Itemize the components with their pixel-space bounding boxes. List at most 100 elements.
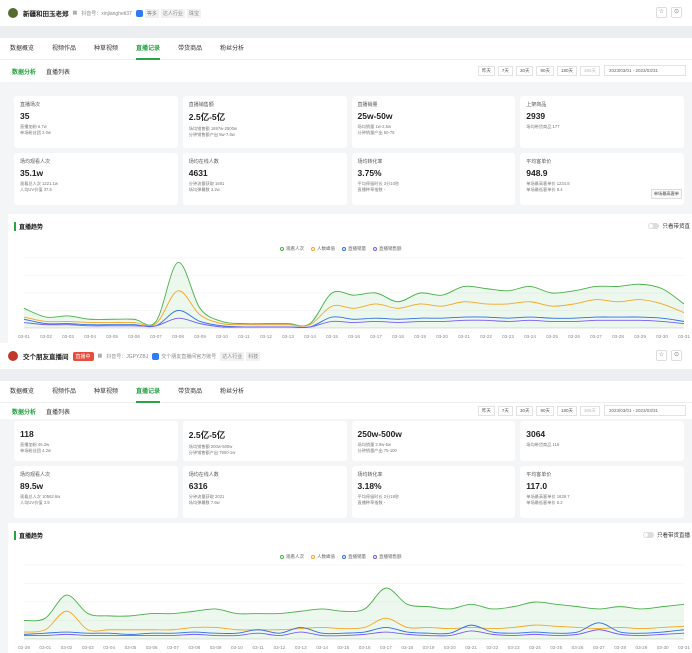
tab-overview[interactable]: 数据概览	[10, 38, 34, 60]
toggle-switch[interactable]	[648, 223, 660, 229]
subtab-analysis[interactable]: 数据分析	[12, 67, 36, 76]
settings-icon[interactable]: ⊙	[671, 350, 682, 361]
legend-marker	[311, 247, 315, 251]
range-30d[interactable]: 30天	[515, 66, 534, 76]
legend-item[interactable]: 直播销售额	[373, 554, 402, 560]
only-sales-toggle[interactable]: 只看带货直	[648, 222, 690, 230]
tab-overview[interactable]: 数据概览	[10, 381, 34, 403]
tab-live-records[interactable]: 直播记录	[136, 381, 161, 403]
qr-icon[interactable]: ▦	[73, 10, 78, 16]
date-range-picker[interactable]: 2023/03/01 - 2023/03/31	[604, 405, 686, 416]
tab-live-records[interactable]: 直播记录	[136, 38, 161, 60]
range-7d[interactable]: 7天	[497, 66, 513, 76]
tab-fans[interactable]: 粉丝分析	[220, 38, 244, 60]
metric-title: 场均转化率	[357, 472, 383, 478]
douyin-id: 抖音号：JGPYZBJ	[106, 353, 149, 360]
range-90d[interactable]: 90天	[536, 66, 554, 76]
card-button[interactable]: 单场最高客单	[650, 189, 682, 199]
x-tick-label: 03-30	[657, 645, 669, 650]
metric-sub: 单场粉丝团 2.0w	[20, 130, 51, 135]
metric-card: 场均在线人数 6316 分钟流量获取 2021 场均弹幕数 7.6w	[182, 466, 347, 518]
verified-text: 交个朋友直播间官方账号	[161, 353, 217, 360]
metric-card: 场均转化率 3.75% 平均停留时长 3分10秒 直播种草指数 -	[351, 153, 516, 205]
verified-icon	[152, 352, 160, 360]
x-tick-label: 03-11	[252, 645, 264, 650]
x-tick-label: 03-12	[260, 334, 272, 339]
range-180d[interactable]: 180天	[556, 406, 577, 416]
tab-seeding-videos[interactable]: 种草视频	[94, 381, 118, 403]
metric-sub: 分钟销量产出 75-100	[357, 448, 397, 453]
range-365d[interactable]: 365天	[579, 406, 600, 416]
x-tick-label: 03-12	[274, 645, 286, 650]
account-header: 新疆和田玉老郑 ▦ 抖音号：xinjiangheti37 等多 达人行业 珠宝 …	[0, 0, 692, 26]
metric-card: 平均客单价 948.9 单场最高客单价 1234.8 单场最低客单价 8.4 单场最高客…	[520, 153, 684, 205]
x-tick-label: 03-09	[210, 645, 222, 650]
qr-icon[interactable]: ▦	[98, 353, 103, 359]
legend-label: 直播销量	[348, 554, 366, 559]
tab-seeding-videos[interactable]: 种草视频	[94, 38, 118, 60]
legend-item[interactable]: 人数峰值	[311, 554, 335, 560]
avatar[interactable]	[8, 351, 18, 361]
legend-item[interactable]: 人数峰值	[311, 246, 335, 252]
legend-item[interactable]: 直播销量	[342, 554, 366, 560]
range-365d[interactable]: 365天	[579, 66, 600, 76]
tag: 等多	[144, 8, 159, 18]
metric-title: 直播销售额	[188, 102, 214, 108]
trend-chart: 03-01 03-02 03-03 03-04 03-05 03-06 03-07 03-08…	[18, 257, 690, 339]
tab-products[interactable]: 带货商品	[178, 381, 202, 403]
legend-item[interactable]: 观看人次	[280, 554, 304, 560]
x-tick-label: 03-10	[231, 645, 243, 650]
legend-item[interactable]: 直播销售额	[373, 246, 402, 252]
legend-item[interactable]: 观看人次	[280, 246, 304, 252]
tab-fans[interactable]: 粉丝分析	[220, 381, 244, 403]
x-tick-label: 03-28	[614, 645, 626, 650]
toggle-switch[interactable]	[642, 532, 654, 538]
metric-title: 场均在线人数	[188, 472, 219, 478]
range-90d[interactable]: 90天	[536, 406, 554, 416]
subtab-live-list[interactable]: 直播列表	[46, 407, 70, 416]
tab-products[interactable]: 带货商品	[178, 38, 202, 60]
subtab-live-list[interactable]: 直播列表	[46, 67, 70, 76]
date-range-picker[interactable]: 2023/03/01 - 2023/03/31	[604, 65, 686, 76]
account-name[interactable]: 交个朋友直播间	[23, 351, 69, 361]
range-7d[interactable]: 7天	[497, 406, 513, 416]
range-180d[interactable]: 180天	[556, 66, 577, 76]
legend-item[interactable]: 直播销量	[342, 246, 366, 252]
metric-sub: 分钟销量产出 50-75	[357, 130, 395, 135]
x-tick-label: 03-18	[401, 645, 413, 650]
star-icon[interactable]: ☆	[656, 350, 667, 361]
legend-label: 直播销售额	[379, 246, 402, 251]
range-yesterday[interactable]: 昨天	[477, 66, 495, 76]
metric-value: 118	[20, 429, 34, 439]
x-tick-label: 03-07	[150, 334, 162, 339]
subtab-analysis[interactable]: 数据分析	[12, 407, 36, 416]
metric-card: 直播销售额 2.5亿-5亿 场均销售额 1697w-2500w 分钟销售额产出 5w-…	[182, 96, 347, 148]
x-tick-label: 03-10	[216, 334, 228, 339]
metric-title: 场均观看人次	[20, 472, 51, 478]
legend-label: 直播销售额	[379, 554, 402, 559]
range-yesterday[interactable]: 昨天	[477, 406, 495, 416]
star-icon[interactable]: ☆	[656, 7, 667, 18]
account-name[interactable]: 新疆和田玉老郑	[23, 8, 69, 18]
panel-1: 新疆和田玉老郑 ▦ 抖音号：xinjiangheti37 等多 达人行业 珠宝 …	[0, 0, 692, 343]
tab-videos[interactable]: 视频作品	[52, 381, 76, 403]
metric-card: 场均观看人次 89.5w 观看总人次 10562.6w 人均UV价值 3.9	[14, 466, 178, 518]
live-badge[interactable]: 直播中	[72, 351, 94, 361]
x-tick-label: 03-21	[458, 334, 470, 339]
metric-card: 直播销量 25w-50w 场均销量 1w-2.5w 分钟销量产出 50-75	[351, 96, 516, 148]
only-sales-toggle[interactable]: 只看带货直播	[642, 531, 690, 539]
x-tick-label: 03-11	[238, 334, 250, 339]
settings-icon[interactable]: ⊙	[671, 7, 682, 18]
toggle-label: 只看带货直播	[656, 533, 690, 539]
x-tick-label: 03-31	[678, 334, 690, 339]
x-tick-label: 03-13	[282, 334, 294, 339]
x-tick-label: 03-14	[316, 645, 328, 650]
metric-sub: 单场粉丝团 4.2w	[20, 448, 51, 453]
range-30d[interactable]: 30天	[515, 406, 534, 416]
divider-band	[0, 369, 692, 381]
avatar[interactable]	[8, 8, 18, 18]
trend-section: 直播趋势 只看带货直 观看人次 人数峰值 直播销量 直播销售额 03-01 03-02 0…	[8, 214, 692, 343]
tab-videos[interactable]: 视频作品	[52, 38, 76, 60]
panel-2: 交个朋友直播间 直播中 ▦ 抖音号：JGPYZBJ 交个朋友直播间官方账号 达人…	[0, 343, 692, 653]
x-tick-label: 03-02	[61, 645, 73, 650]
